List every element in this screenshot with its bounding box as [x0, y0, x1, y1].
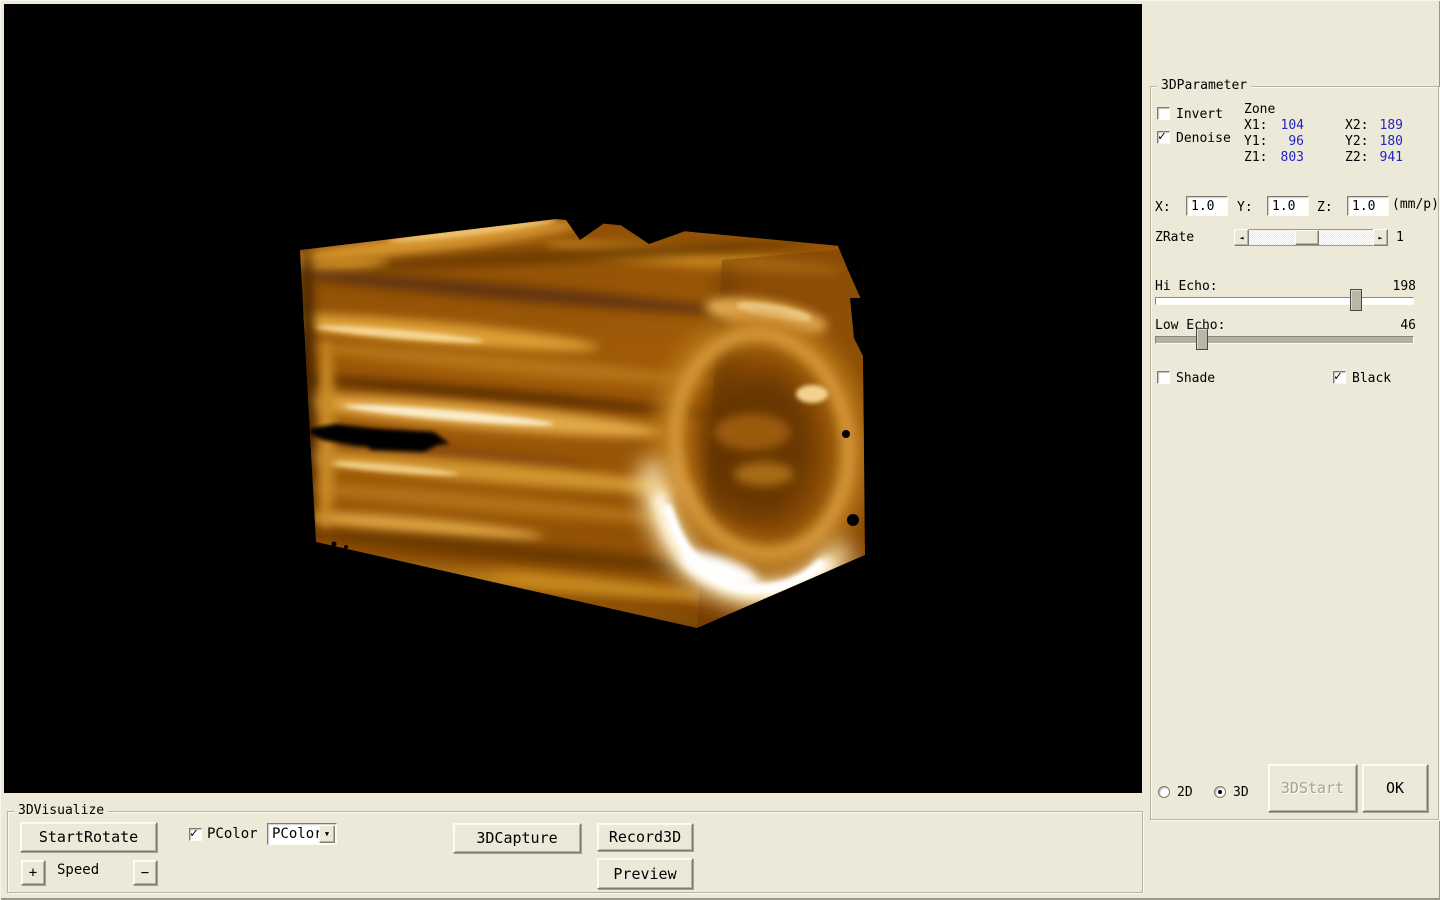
hi-echo-label: Hi Echo: [1155, 279, 1218, 294]
start-rotate-button[interactable]: StartRotate [20, 822, 157, 852]
record3d-button[interactable]: Record3D [597, 823, 693, 851]
zrate-label: ZRate [1155, 230, 1194, 245]
scale-unit-label: (mm/p) [1392, 197, 1439, 212]
mode-3d-radio[interactable] [1214, 786, 1226, 798]
pcolor-label: PColor [207, 827, 258, 842]
hi-echo-value: 198 [1388, 279, 1416, 294]
mode-3d-label: 3D [1233, 785, 1249, 800]
zone-z2-label: Z2: [1345, 150, 1368, 165]
denoise-checkbox[interactable] [1157, 131, 1170, 144]
chevron-down-icon[interactable]: ▼ [319, 825, 335, 843]
zrate-scroll-left-button[interactable]: ◄ [1234, 229, 1249, 246]
scroll-left-icon: ◄ [1239, 234, 1243, 242]
scale-y-label: Y: [1237, 200, 1253, 215]
pcolor-dropdown-value: PColor [272, 826, 323, 842]
pcolor-dropdown[interactable]: PColor ▼ [267, 823, 337, 845]
low-echo-label: Low Echo: [1155, 318, 1225, 333]
preview-button[interactable]: Preview [597, 858, 693, 889]
scale-z-label: Z: [1317, 200, 1333, 215]
low-echo-slider-thumb[interactable] [1196, 328, 1208, 350]
zrate-scroll-thumb[interactable] [1295, 230, 1319, 245]
zrate-scroll-track[interactable] [1249, 229, 1373, 246]
invert-label: Invert [1176, 107, 1223, 122]
black-checkbox[interactable] [1333, 371, 1346, 384]
zrate-scrollbar[interactable]: ◄ ► [1234, 229, 1388, 246]
shade-label: Shade [1176, 371, 1215, 386]
volume-render-3d [4, 4, 1142, 793]
low-echo-slider[interactable] [1155, 336, 1414, 344]
zone-label: Zone [1244, 102, 1275, 117]
zone-z1-label: Z1: [1244, 150, 1267, 165]
scroll-right-icon: ► [1378, 234, 1382, 242]
pcolor-checkbox[interactable] [189, 828, 202, 841]
zone-y1-label: Y1: [1244, 134, 1267, 149]
hi-echo-slider-thumb[interactable] [1350, 289, 1362, 311]
low-echo-value: 46 [1388, 318, 1416, 333]
scale-x-input[interactable] [1186, 196, 1228, 216]
speed-minus-button[interactable]: − [133, 860, 157, 885]
zone-x2-label: X2: [1345, 118, 1368, 133]
zone-z1-value: 803 [1278, 150, 1304, 165]
app-window: 3DParameter Invert Denoise Zone X1: 104 … [0, 0, 1440, 900]
zone-x2-value: 189 [1377, 118, 1403, 133]
zone-y2-value: 180 [1377, 134, 1403, 149]
black-label: Black [1352, 371, 1391, 386]
zrate-value: 1 [1396, 230, 1404, 245]
mode-2d-label: 2D [1177, 785, 1193, 800]
speed-plus-button[interactable]: + [21, 860, 45, 885]
scale-y-input[interactable] [1267, 196, 1309, 216]
zone-y2-label: Y2: [1345, 134, 1368, 149]
zrate-scroll-right-button[interactable]: ► [1373, 229, 1388, 246]
group-3dparameter-title: 3DParameter [1157, 78, 1251, 93]
speed-label: Speed [57, 863, 99, 878]
ok-button[interactable]: OK [1362, 764, 1428, 812]
zone-x1-value: 104 [1278, 118, 1304, 133]
3dstart-button[interactable]: 3DStart [1268, 764, 1357, 812]
zone-z2-value: 941 [1377, 150, 1403, 165]
scale-z-input[interactable] [1347, 196, 1389, 216]
denoise-label: Denoise [1176, 131, 1231, 146]
scale-x-label: X: [1155, 200, 1171, 215]
mode-2d-radio[interactable] [1158, 786, 1170, 798]
shade-checkbox[interactable] [1157, 371, 1170, 384]
3d-viewport[interactable] [4, 4, 1142, 793]
zone-x1-label: X1: [1244, 118, 1267, 133]
zone-y1-value: 96 [1278, 134, 1304, 149]
invert-checkbox[interactable] [1157, 107, 1170, 120]
3dcapture-button[interactable]: 3DCapture [453, 823, 581, 853]
group-3dvisualize-title: 3DVisualize [14, 803, 108, 818]
hi-echo-slider[interactable] [1155, 297, 1414, 305]
